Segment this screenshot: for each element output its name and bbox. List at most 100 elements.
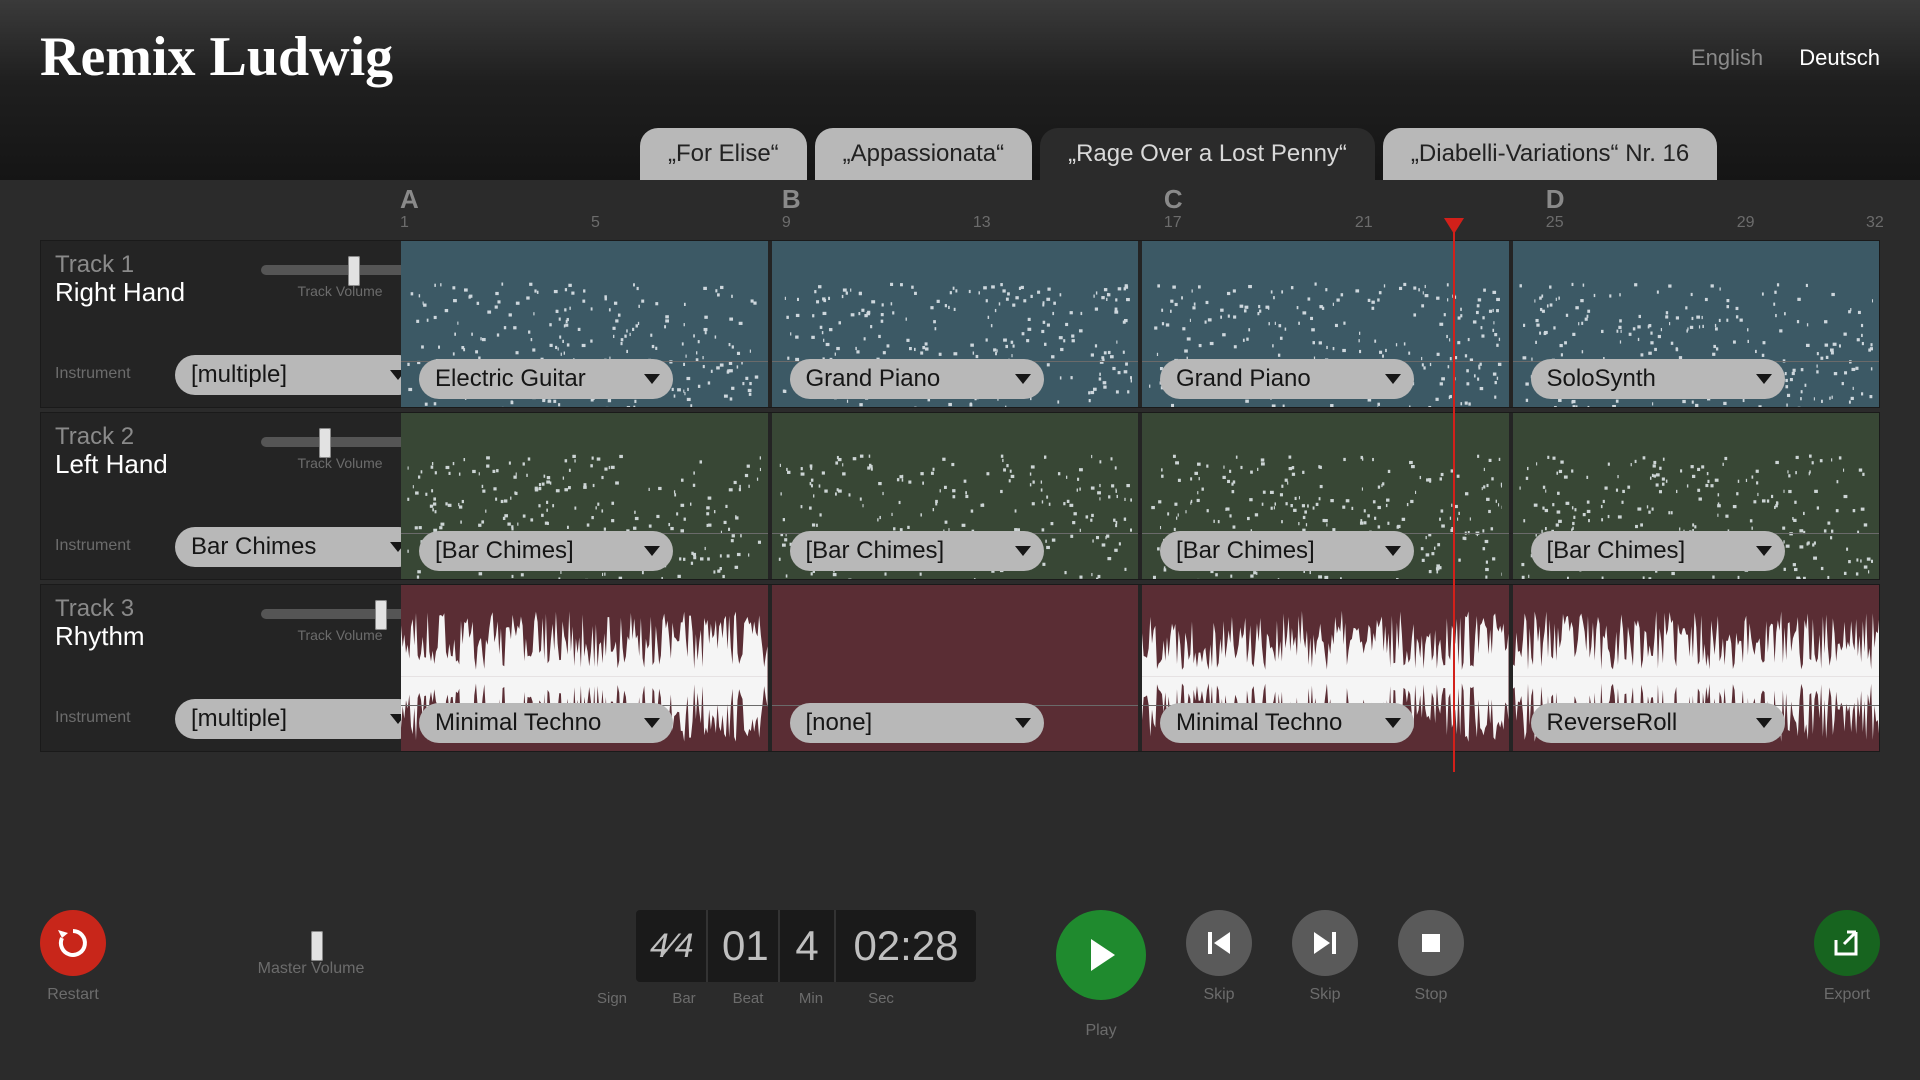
track-volume-thumb[interactable] xyxy=(375,600,387,630)
clip-instrument-dropdown[interactable]: [Bar Chimes] xyxy=(1160,531,1414,571)
restart-button[interactable] xyxy=(40,910,106,976)
clip[interactable]: [Bar Chimes] xyxy=(772,413,1139,579)
section-label: D xyxy=(1546,184,1565,215)
clip-instrument-dropdown[interactable]: [none] xyxy=(790,703,1044,743)
clip-instrument-dropdown-label: Minimal Techno xyxy=(435,709,601,737)
clip-instrument-dropdown[interactable]: [Bar Chimes] xyxy=(790,531,1044,571)
track-instrument-dropdown[interactable]: [multiple] xyxy=(175,355,419,395)
clip[interactable]: ReverseRoll xyxy=(1513,585,1880,751)
clip[interactable]: [Bar Chimes] xyxy=(401,413,768,579)
clip-instrument-dropdown[interactable]: Minimal Techno xyxy=(1160,703,1414,743)
clip-instrument-dropdown[interactable]: Grand Piano xyxy=(790,359,1044,399)
transport-bar: Restart Master Volume 4⁄4 01 4 02:28 Sig… xyxy=(0,890,1920,1080)
clip[interactable]: Grand Piano xyxy=(772,241,1139,407)
chevron-down-icon xyxy=(643,715,661,731)
skip-back-icon xyxy=(1204,928,1234,958)
clip-instrument-dropdown-label: [Bar Chimes] xyxy=(806,537,945,565)
track-row: Track 2Left HandTrack VolumeInstrumentBa… xyxy=(40,412,1880,580)
song-tab[interactable]: „Rage Over a Lost Penny“ xyxy=(1040,128,1375,180)
clip-instrument-dropdown[interactable]: Electric Guitar xyxy=(419,359,673,399)
bar-tick: 17 xyxy=(1164,214,1182,232)
clip-instrument-dropdown-label: Electric Guitar xyxy=(435,365,586,393)
track-volume-thumb[interactable] xyxy=(348,256,360,286)
instrument-label: Instrument xyxy=(55,365,131,383)
chevron-down-icon xyxy=(1755,371,1773,387)
restart-icon xyxy=(55,925,91,961)
bar-tick: 29 xyxy=(1737,214,1755,232)
lang-deutsch[interactable]: Deutsch xyxy=(1799,45,1880,70)
clip[interactable]: [none] xyxy=(772,585,1139,751)
skip-forward-icon xyxy=(1310,928,1340,958)
stop-col: Stop xyxy=(1398,910,1464,1004)
cap-sign: Sign xyxy=(576,990,648,1007)
timeline-ruler[interactable]: ABCD159131721252932 xyxy=(400,180,1880,240)
song-tab[interactable]: „Appassionata“ xyxy=(815,128,1032,180)
clip[interactable]: SoloSynth xyxy=(1513,241,1880,407)
section-label: A xyxy=(400,184,419,215)
track-instrument-dropdown[interactable]: [multiple] xyxy=(175,699,419,739)
clip-instrument-dropdown-label: Grand Piano xyxy=(1176,365,1311,393)
play-button[interactable] xyxy=(1056,910,1146,1000)
export-button[interactable] xyxy=(1814,910,1880,976)
clip[interactable]: [Bar Chimes] xyxy=(1513,413,1880,579)
clip-instrument-dropdown[interactable]: [Bar Chimes] xyxy=(419,531,673,571)
clips-lane[interactable]: [Bar Chimes] [Bar Chimes] [Bar Chimes] [Bar… xyxy=(401,413,1879,579)
track-volume-label: Track Volume xyxy=(261,283,419,299)
clip-instrument-dropdown-label: [Bar Chimes] xyxy=(435,537,574,565)
cap-bar: Bar xyxy=(648,990,720,1007)
chevron-down-icon xyxy=(1384,543,1402,559)
clip[interactable]: Electric Guitar xyxy=(401,241,768,407)
clip-instrument-dropdown[interactable]: Grand Piano xyxy=(1160,359,1414,399)
tracks-container: Track 1Right HandTrack VolumeInstrument[… xyxy=(40,240,1880,752)
track-volume-slider[interactable] xyxy=(261,609,419,619)
instrument-label: Instrument xyxy=(55,537,131,555)
chevron-down-icon xyxy=(1384,371,1402,387)
export-icon xyxy=(1830,926,1864,960)
play-label: Play xyxy=(1085,1022,1116,1040)
track-volume-label: Track Volume xyxy=(261,627,419,643)
track-volume-thumb[interactable] xyxy=(319,428,331,458)
song-tabs: „For Elise“„Appassionata“„Rage Over a Lo… xyxy=(640,128,1717,180)
track-instrument-dropdown-label: [multiple] xyxy=(191,705,287,733)
track-volume-label: Track Volume xyxy=(261,455,419,471)
restart-col: Restart xyxy=(40,910,106,1004)
skip-fwd-label: Skip xyxy=(1309,986,1340,1004)
cap-beat: Beat xyxy=(720,990,776,1007)
section-label: C xyxy=(1164,184,1183,215)
clip[interactable]: Minimal Techno xyxy=(401,585,768,751)
instrument-label: Instrument xyxy=(55,709,131,727)
time-signature: 4⁄4 xyxy=(650,927,692,966)
skip-back-button[interactable] xyxy=(1186,910,1252,976)
lang-english[interactable]: English xyxy=(1691,45,1763,70)
clips-lane[interactable]: Electric Guitar Grand Piano Grand Piano Sol… xyxy=(401,241,1879,407)
clip-instrument-dropdown[interactable]: [Bar Chimes] xyxy=(1531,531,1785,571)
clip-instrument-dropdown[interactable]: SoloSynth xyxy=(1531,359,1785,399)
bar-tick: 9 xyxy=(782,214,791,232)
track-volume-slider[interactable] xyxy=(261,437,419,447)
track-volume-slider[interactable] xyxy=(261,265,419,275)
clip-instrument-dropdown-label: [Bar Chimes] xyxy=(1547,537,1686,565)
track-head: Track 1Right HandTrack VolumeInstrument[… xyxy=(41,241,401,407)
chevron-down-icon xyxy=(1014,371,1032,387)
skip-forward-button[interactable] xyxy=(1292,910,1358,976)
chevron-down-icon xyxy=(1755,543,1773,559)
clips-lane[interactable]: Minimal Techno [none] Minimal Techno Revers… xyxy=(401,585,1879,751)
clip-instrument-dropdown[interactable]: ReverseRoll xyxy=(1531,703,1785,743)
clip-instrument-dropdown-label: [Bar Chimes] xyxy=(1176,537,1315,565)
clip-instrument-dropdown-label: Minimal Techno xyxy=(1176,709,1342,737)
track-head: Track 3RhythmTrack VolumeInstrument[mult… xyxy=(41,585,401,751)
song-tab[interactable]: „Diabelli-Variations“ Nr. 16 xyxy=(1383,128,1717,180)
track-row: Track 3RhythmTrack VolumeInstrument[mult… xyxy=(40,584,1880,752)
bar-tick: 21 xyxy=(1355,214,1373,232)
stop-button[interactable] xyxy=(1398,910,1464,976)
time-display: 4⁄4 01 4 02:28 xyxy=(636,910,976,982)
song-tab[interactable]: „For Elise“ xyxy=(640,128,807,180)
clip-instrument-dropdown[interactable]: Minimal Techno xyxy=(419,703,673,743)
chevron-down-icon xyxy=(1755,715,1773,731)
track-instrument-dropdown[interactable]: Bar Chimes xyxy=(175,527,419,567)
stage: ABCD159131721252932 Track 1Right HandTra… xyxy=(0,180,1920,890)
master-volume-thumb[interactable] xyxy=(311,931,323,961)
section-label: B xyxy=(782,184,801,215)
skip-back-col: Skip xyxy=(1186,910,1252,1004)
playhead[interactable] xyxy=(1453,220,1455,772)
